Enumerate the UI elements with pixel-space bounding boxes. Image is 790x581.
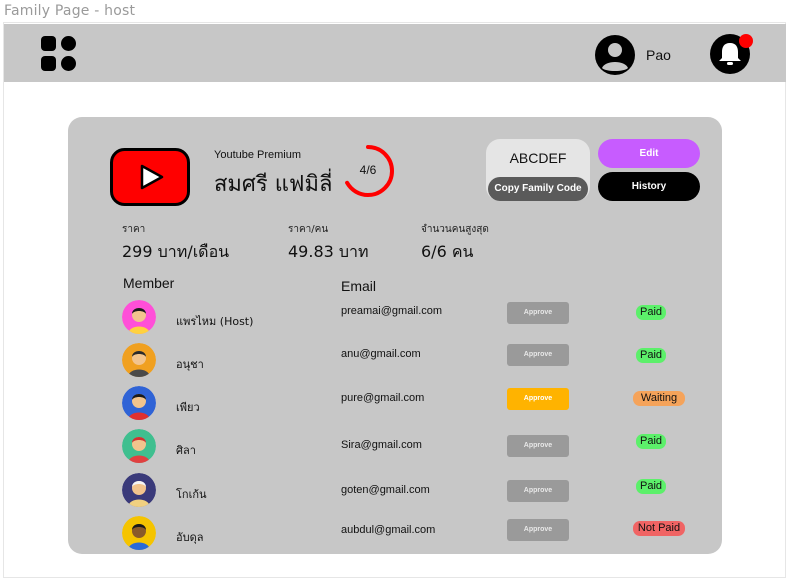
member-name: อับดุล (176, 531, 204, 544)
approve-button[interactable]: Approve (507, 344, 569, 366)
member-email: preamai@gmail.com (341, 305, 443, 317)
member-row: โกเก้น goten@gmail.com Approve Paid (0, 469, 790, 509)
per-person-label: ราคา/คน (288, 224, 329, 235)
member-email: anu@gmail.com (341, 348, 421, 360)
member-name: เพียว (176, 401, 200, 414)
family-code: ABCDEF (509, 150, 567, 166)
approve-button[interactable]: Approve (507, 480, 569, 502)
payment-status-badge: Paid (636, 348, 666, 363)
approve-button[interactable]: Approve (507, 435, 569, 457)
member-email: goten@gmail.com (341, 484, 430, 496)
apps-grid-icon[interactable] (40, 35, 78, 73)
member-row: เพียว pure@gmail.com Approve Waiting (0, 382, 790, 422)
payment-status-badge: Waiting (633, 391, 685, 406)
member-name: โกเก้น (176, 488, 207, 501)
notification-badge (739, 34, 753, 48)
payment-status-badge: Paid (636, 305, 666, 320)
member-avatar-icon (122, 300, 156, 334)
approve-button[interactable]: Approve (507, 519, 569, 541)
member-email: aubdul@gmail.com (341, 524, 436, 536)
payment-status-badge: Paid (636, 479, 666, 494)
username[interactable]: Pao (646, 47, 671, 63)
approve-button[interactable]: Approve (507, 302, 569, 324)
member-avatar-icon (122, 386, 156, 420)
member-row: แพรไหม (Host) preamai@gmail.com Approve Pai… (0, 296, 790, 336)
member-name: แพรไหม (Host) (176, 315, 254, 328)
edit-button[interactable]: Edit (598, 139, 700, 168)
payment-status-badge: Not Paid (633, 521, 685, 536)
member-row: อับดุล aubdul@gmail.com Approve Not Paid (0, 512, 790, 552)
family-name: สมศรี แฟมิลี่ (214, 172, 333, 197)
price-value: 299 บาท/เดือน (122, 242, 230, 261)
member-avatar-icon (122, 473, 156, 507)
approve-button[interactable]: Approve (507, 388, 569, 410)
member-avatar-icon (122, 429, 156, 463)
service-name: Youtube Premium (214, 149, 302, 161)
member-avatar-icon (122, 343, 156, 377)
member-row: ศิลา Sira@gmail.com Approve Paid (0, 425, 790, 465)
member-progress-text: 4/6 (359, 163, 377, 177)
email-column-header: Email (341, 278, 377, 294)
member-avatar-icon (122, 516, 156, 550)
max-members-value: 6/6 คน (421, 242, 474, 261)
max-members-label: จำนวนคนสูงสุด (421, 224, 489, 235)
member-row: อนุชา anu@gmail.com Approve Paid (0, 339, 790, 379)
history-button[interactable]: History (598, 172, 700, 201)
window-title: Family Page - host (4, 3, 136, 19)
price-label: ราคา (122, 224, 146, 235)
per-person-value: 49.83 บาท (288, 242, 369, 261)
member-name: อนุชา (176, 358, 204, 371)
member-email: pure@gmail.com (341, 392, 425, 404)
youtube-logo-icon (110, 148, 190, 206)
user-avatar-icon[interactable] (594, 34, 636, 76)
member-name: ศิลา (176, 444, 196, 457)
member-column-header: Member (123, 275, 175, 291)
member-email: Sira@gmail.com (341, 439, 422, 451)
notification-bell-icon[interactable] (709, 32, 754, 77)
copy-family-code-button[interactable]: Copy Family Code (488, 177, 588, 201)
payment-status-badge: Paid (636, 434, 666, 449)
